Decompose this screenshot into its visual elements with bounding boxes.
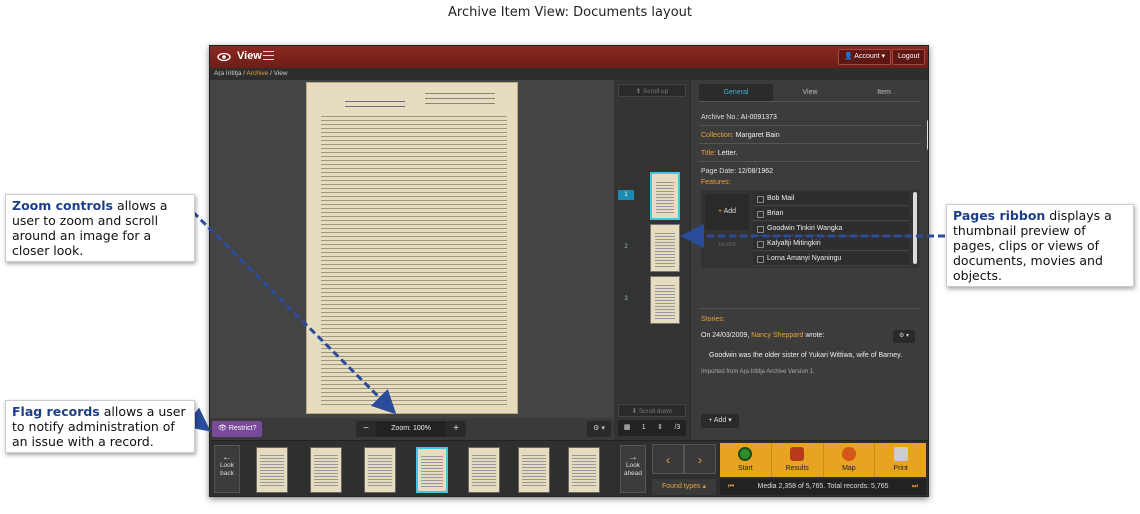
viewer-settings-button[interactable]: ⚙ ▾	[587, 421, 611, 437]
app-window: View 👤 Account ▾ Logout Aṟa Irititja / A…	[209, 45, 929, 497]
feature-item[interactable]: Kalyaltji Mitingkiri	[753, 237, 909, 251]
add-story-button[interactable]: + Add ▾	[701, 414, 739, 428]
eye-logo-icon[interactable]	[217, 50, 231, 64]
account-button[interactable]: 👤 Account ▾	[838, 49, 892, 65]
page-number-1[interactable]: 1	[618, 190, 634, 200]
map-icon	[841, 447, 856, 461]
page-thumbnail-3[interactable]	[650, 276, 680, 324]
results-button[interactable]: Results	[772, 443, 824, 477]
pages-ribbon-callout: Pages ribbon displays a thumbnail previe…	[946, 204, 1134, 287]
record-thumbnail[interactable]	[310, 447, 342, 493]
feature-item[interactable]: Goodwin Tinkiri Wangka	[753, 222, 909, 236]
zoom-in-button[interactable]: +	[446, 421, 466, 437]
feature-item[interactable]: Lorna Amanyi Nyaningu	[753, 252, 909, 266]
map-button[interactable]: Map	[824, 443, 876, 477]
restrict-label: Restrict?	[228, 425, 257, 432]
page-date-field: Page Date: 12/08/1962	[701, 168, 774, 175]
tab-item[interactable]: Item	[847, 84, 921, 101]
pages-icon: ▦	[623, 424, 631, 431]
breadcrumb: Aṟa Irititja / Archive / View	[210, 68, 928, 80]
record-thumbnail[interactable]	[364, 447, 396, 493]
arrow-left-icon: ←	[222, 452, 232, 463]
features-label: Features:	[701, 179, 731, 186]
story-text: Goodwin was the older sister of Yukari W…	[709, 352, 903, 359]
arrow-right-icon: →	[628, 452, 638, 463]
story-meta: On 24/03/2009, Nancy Sheppard wrote:	[701, 332, 825, 339]
tab-general[interactable]: General	[699, 84, 773, 101]
viewer-toolbar: 👁 Restrict? − Zoom: 100% + ⚙ ▾	[210, 418, 614, 440]
story-author[interactable]: Nancy Sheppard	[751, 332, 803, 339]
features-scrollbar[interactable]	[913, 192, 917, 264]
feature-item[interactable]: Brian	[753, 207, 909, 221]
record-thumbnail[interactable]	[518, 447, 550, 493]
first-record-icon[interactable]: ⏮	[724, 479, 738, 495]
panel-tabs: General View Item	[699, 84, 921, 102]
zoom-out-button[interactable]: −	[356, 421, 376, 437]
story-imported-note: Imported from Aṟa Irititja Archive Versi…	[701, 369, 815, 375]
top-bar: View 👤 Account ▾ Logout	[210, 46, 928, 68]
logout-button[interactable]: Logout	[892, 49, 926, 65]
feature-item[interactable]: Bob Mail	[753, 192, 909, 206]
user-icon: 👤	[844, 53, 853, 60]
breadcrumb-root[interactable]: Aṟa Irititja	[214, 70, 241, 77]
page-number-3[interactable]: 3	[618, 294, 634, 304]
record-thumbnail[interactable]	[568, 447, 600, 493]
pager-total: /3	[674, 424, 681, 431]
record-thumbnail-active[interactable]	[416, 447, 448, 493]
action-bar: Start Results Map Print	[720, 443, 926, 477]
found-types-button[interactable]: Found types ▴	[652, 479, 716, 495]
collection-field: Collection: Margaret Bain	[701, 132, 780, 139]
record-thumbnail[interactable]	[256, 447, 288, 493]
last-record-icon[interactable]: ⏭	[908, 479, 922, 495]
look-back-button[interactable]: ← Look back	[214, 445, 240, 493]
scroll-down-button[interactable]: ⬇ Scroll down	[618, 404, 686, 417]
pager-current[interactable]: 1	[642, 420, 646, 436]
start-button[interactable]: Start	[720, 443, 772, 477]
next-record-button[interactable]: ›	[684, 444, 716, 474]
story-settings-button[interactable]: ⚙ ▾	[893, 330, 915, 343]
zoom-level: Zoom: 100%	[376, 421, 446, 437]
panel-scrollbar[interactable]	[927, 120, 928, 150]
view-title: View	[237, 50, 262, 62]
breadcrumb-archive[interactable]: Archive	[247, 70, 269, 77]
pages-ribbon: ⬆ Scroll up 1 2 3 ⬇ Scroll down ▦ 1 ⇕ /3	[614, 80, 690, 440]
scroll-up-button[interactable]: ⬆ Scroll up	[618, 84, 686, 97]
zoom-controls: − Zoom: 100% +	[356, 421, 466, 437]
tab-view[interactable]: View	[773, 84, 847, 101]
record-nav: ‹ ›	[652, 444, 716, 474]
look-ahead-button[interactable]: → Look ahead	[620, 445, 646, 493]
zoom-controls-callout: Zoom controls allows a user to zoom and …	[5, 194, 195, 262]
page-thumbnail-2[interactable]	[650, 224, 680, 272]
document-viewer[interactable]	[210, 80, 614, 418]
document-page-image[interactable]	[306, 82, 518, 414]
account-label: Account	[854, 53, 880, 60]
breadcrumb-current: View	[273, 70, 288, 77]
pager-stepper-icon[interactable]: ⇕	[657, 420, 663, 436]
results-icon	[790, 447, 805, 461]
record-label: record	[718, 242, 736, 248]
figure-title: Archive Item View: Documents layout	[448, 5, 692, 20]
details-panel: General View Item Archive No.: AI-009137…	[690, 80, 928, 440]
page-number-2[interactable]: 2	[618, 242, 634, 252]
restrict-button[interactable]: 👁 Restrict?	[212, 421, 263, 437]
features-box: + Add record Bob Mail Brian Goodwin Tink…	[701, 190, 919, 268]
print-button[interactable]: Print	[875, 443, 926, 477]
record-thumbnail[interactable]	[468, 447, 500, 493]
start-icon	[738, 447, 753, 461]
page-pager: ▦ 1 ⇕ /3	[618, 420, 686, 436]
flag-records-callout: Flag records allows a user to notify adm…	[5, 400, 195, 453]
media-status: ⏮ Media 2,358 of 5,765. Total records: 5…	[720, 479, 926, 495]
archive-no-field: Archive No.: AI-0091373	[701, 114, 777, 121]
title-field: Title: Letter.	[701, 150, 738, 157]
add-feature-button[interactable]: + Add	[705, 194, 749, 230]
eye-icon: 👁	[218, 425, 227, 432]
stories-label: Stories:	[701, 316, 725, 323]
hamburger-menu-icon[interactable]	[263, 51, 274, 62]
bottom-bar: ← Look back → Look ahead ‹ › Found types ▴…	[210, 440, 928, 496]
print-icon	[893, 447, 908, 461]
prev-record-button[interactable]: ‹	[652, 444, 684, 474]
page-thumbnail-1[interactable]	[650, 172, 680, 220]
media-text: Media 2,358 of 5,765. Total records: 5,7…	[757, 483, 889, 490]
